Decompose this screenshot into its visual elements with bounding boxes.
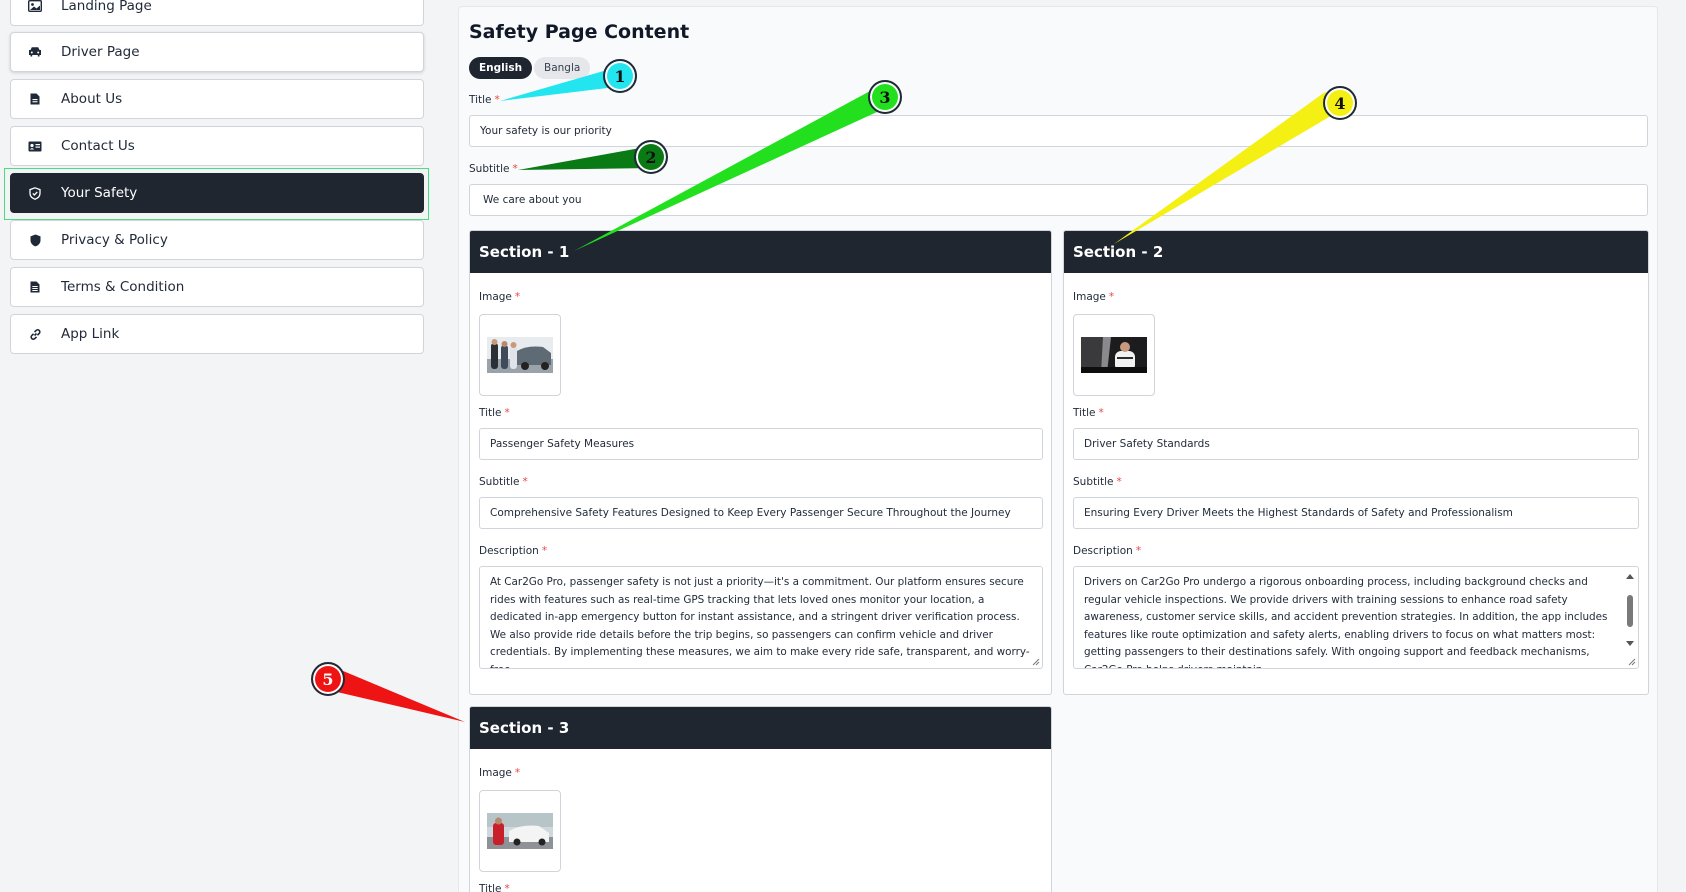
- section-1-subtitle-input[interactable]: Comprehensive Safety Features Designed t…: [479, 497, 1043, 529]
- section-2-description-label: Description *: [1073, 545, 1142, 557]
- sidebar-item-privacy-policy[interactable]: Privacy & Policy: [10, 220, 424, 260]
- section-1-title-label: Title *: [479, 407, 510, 419]
- sidebar-item-label: Driver Page: [61, 44, 140, 60]
- section-2-card: Section - 2 Image * Title * Driver Safety …: [1063, 230, 1649, 695]
- link-icon: [25, 326, 45, 342]
- annotation-badge-2: 2: [634, 140, 668, 174]
- section-2-subtitle-input[interactable]: Ensuring Every Driver Meets the Highest …: [1073, 497, 1639, 529]
- sidebar-item-terms-condition[interactable]: Terms & Condition: [10, 267, 424, 307]
- section-3-heading: Section - 3: [470, 707, 1051, 749]
- section-1-card: Section - 1 Image * Title * Passenger Safe…: [469, 230, 1052, 695]
- resize-grip-icon[interactable]: [1628, 658, 1636, 666]
- section-2-title-input[interactable]: Driver Safety Standards: [1073, 428, 1639, 460]
- section-2-title-label: Title *: [1073, 407, 1104, 419]
- section-1-description-label: Description *: [479, 545, 548, 557]
- document-icon: [25, 91, 45, 107]
- sidebar-item-landing-page[interactable]: Landing Page: [10, 0, 424, 26]
- shield-filled-icon: [25, 232, 45, 248]
- tab-bangla[interactable]: Bangla: [534, 57, 591, 79]
- sidebar-item-about-us[interactable]: About Us: [10, 79, 424, 119]
- section-3-image-label: Image *: [479, 767, 521, 779]
- section-3-title-label: Title *: [479, 883, 510, 892]
- section-1-subtitle-label: Subtitle *: [479, 476, 528, 488]
- tab-english[interactable]: English: [469, 57, 533, 79]
- subtitle-label: Subtitle *: [469, 163, 518, 175]
- id-card-icon: [25, 138, 45, 154]
- sidebar-item-app-link[interactable]: App Link: [10, 314, 424, 354]
- section-3-image-preview[interactable]: [479, 790, 561, 872]
- sidebar-item-contact-us[interactable]: Contact Us: [10, 126, 424, 166]
- scroll-down-icon: [1626, 641, 1634, 646]
- section-2-subtitle-label: Subtitle *: [1073, 476, 1122, 488]
- description-scrollbar[interactable]: [1624, 571, 1636, 661]
- sidebar-item-label: Contact Us: [61, 138, 135, 154]
- sidebar-item-label: Landing Page: [61, 0, 152, 14]
- sidebar-item-label: About Us: [61, 91, 123, 107]
- annotation-badge-4: 4: [1323, 86, 1357, 120]
- section-1-description-textarea[interactable]: At Car2Go Pro, passenger safety is not j…: [479, 566, 1043, 669]
- annotation-badge-3: 3: [868, 80, 902, 114]
- section-2-heading: Section - 2: [1064, 231, 1648, 273]
- section-3-card: Section - 3 Image * Title *: [469, 706, 1052, 892]
- sidebar-item-label: Your Safety: [61, 185, 138, 201]
- annotation-badge-1: 1: [603, 59, 637, 93]
- section-2-image-preview[interactable]: [1073, 314, 1155, 396]
- subtitle-input[interactable]: We care about you: [469, 184, 1648, 216]
- sidebar-item-your-safety[interactable]: Your Safety: [10, 173, 424, 213]
- roadside-photo-image: [487, 813, 553, 849]
- section-2-description-textarea[interactable]: Drivers on Car2Go Pro undergo a rigorous…: [1073, 566, 1639, 669]
- sidebar-item-driver-page[interactable]: Driver Page: [10, 32, 424, 72]
- section-2-image-label: Image *: [1073, 291, 1115, 303]
- sidebar-item-label: Terms & Condition: [61, 279, 185, 295]
- resize-grip-icon[interactable]: [1032, 658, 1040, 666]
- safety-content-panel: Safety Page Content English Bangla Title…: [458, 6, 1658, 892]
- car-icon: [25, 44, 45, 60]
- section-1-image-label: Image *: [479, 291, 521, 303]
- file-icon: [25, 279, 45, 295]
- section-1-heading: Section - 1: [470, 231, 1051, 273]
- sidebar: Landing Page Driver Page About Us Contac…: [0, 0, 438, 892]
- section-1-title-input[interactable]: Passenger Safety Measures: [479, 428, 1043, 460]
- section-1-image-preview[interactable]: [479, 314, 561, 396]
- sidebar-item-label: Privacy & Policy: [61, 232, 168, 248]
- shield-icon: [25, 185, 45, 201]
- driver-photo-image: [1081, 337, 1147, 373]
- annotation-badge-5: 5: [311, 662, 345, 696]
- passenger-photo-image: [487, 337, 553, 373]
- title-label: Title *: [469, 94, 500, 106]
- sidebar-item-label: App Link: [61, 326, 120, 342]
- scroll-up-icon: [1626, 574, 1634, 579]
- image-icon: [25, 0, 45, 14]
- page-title: Safety Page Content: [469, 21, 690, 43]
